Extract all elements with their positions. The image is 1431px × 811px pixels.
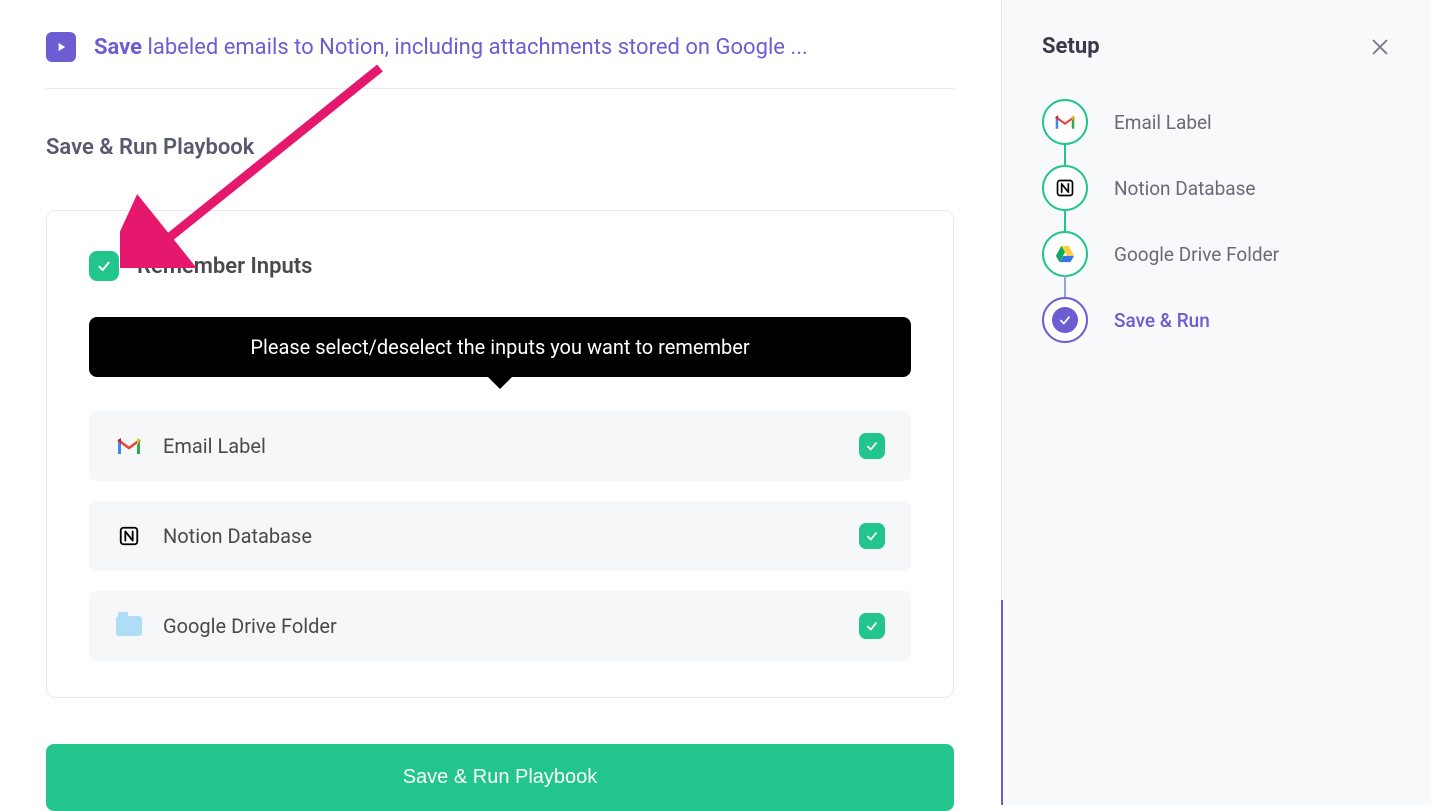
main-panel: Save labeled emails to Notion, including…: [0, 0, 1000, 805]
setup-steps: Email Label Notion Database Googl: [1042, 89, 1391, 353]
remember-inputs-label: Remember Inputs: [137, 254, 312, 279]
step-label: Notion Database: [1114, 177, 1256, 200]
notion-icon: [1042, 165, 1088, 211]
step-label: Google Drive Folder: [1114, 243, 1279, 266]
step-email-label[interactable]: Email Label: [1042, 89, 1391, 155]
remember-inputs-card: Remember Inputs Please select/deselect t…: [46, 210, 954, 698]
close-button[interactable]: [1369, 36, 1391, 58]
input-item-checkbox[interactable]: [859, 523, 885, 549]
playbook-title-bold: Save: [94, 35, 142, 60]
notion-icon: [115, 525, 143, 547]
input-item-label: Notion Database: [163, 524, 839, 548]
input-item-notion-database[interactable]: Notion Database: [89, 501, 911, 571]
tooltip: Please select/deselect the inputs you wa…: [89, 317, 911, 377]
folder-icon: [115, 615, 143, 637]
check-icon: [1042, 297, 1088, 343]
input-item-label: Google Drive Folder: [163, 614, 839, 638]
input-item-google-drive-folder[interactable]: Google Drive Folder: [89, 591, 911, 661]
gmail-icon: [115, 435, 143, 457]
playbook-icon: [46, 32, 76, 62]
input-item-checkbox[interactable]: [859, 433, 885, 459]
remember-inputs-row[interactable]: Remember Inputs: [89, 251, 911, 281]
step-label: Email Label: [1114, 111, 1212, 134]
input-list: Email Label Notion Database: [89, 411, 911, 661]
gdrive-icon: [1042, 231, 1088, 277]
playbook-title: Save labeled emails to Notion, including…: [94, 35, 808, 60]
input-item-checkbox[interactable]: [859, 613, 885, 639]
step-label: Save & Run: [1114, 309, 1210, 332]
gmail-icon: [1042, 99, 1088, 145]
playbook-header: Save labeled emails to Notion, including…: [46, 32, 954, 89]
playbook-title-rest: labeled emails to Notion, including atta…: [142, 35, 808, 60]
remember-inputs-checkbox[interactable]: [89, 251, 119, 281]
section-title: Save & Run Playbook: [46, 135, 954, 160]
sidebar-title: Setup: [1042, 34, 1100, 59]
sidebar-header: Setup: [1042, 34, 1391, 59]
setup-sidebar: Setup Email Label: [1001, 0, 1431, 805]
input-item-label: Email Label: [163, 434, 839, 458]
step-save-run[interactable]: Save & Run: [1042, 287, 1391, 353]
save-run-button[interactable]: Save & Run Playbook: [46, 744, 954, 811]
step-notion-database[interactable]: Notion Database: [1042, 155, 1391, 221]
step-google-drive-folder[interactable]: Google Drive Folder: [1042, 221, 1391, 287]
input-item-email-label[interactable]: Email Label: [89, 411, 911, 481]
